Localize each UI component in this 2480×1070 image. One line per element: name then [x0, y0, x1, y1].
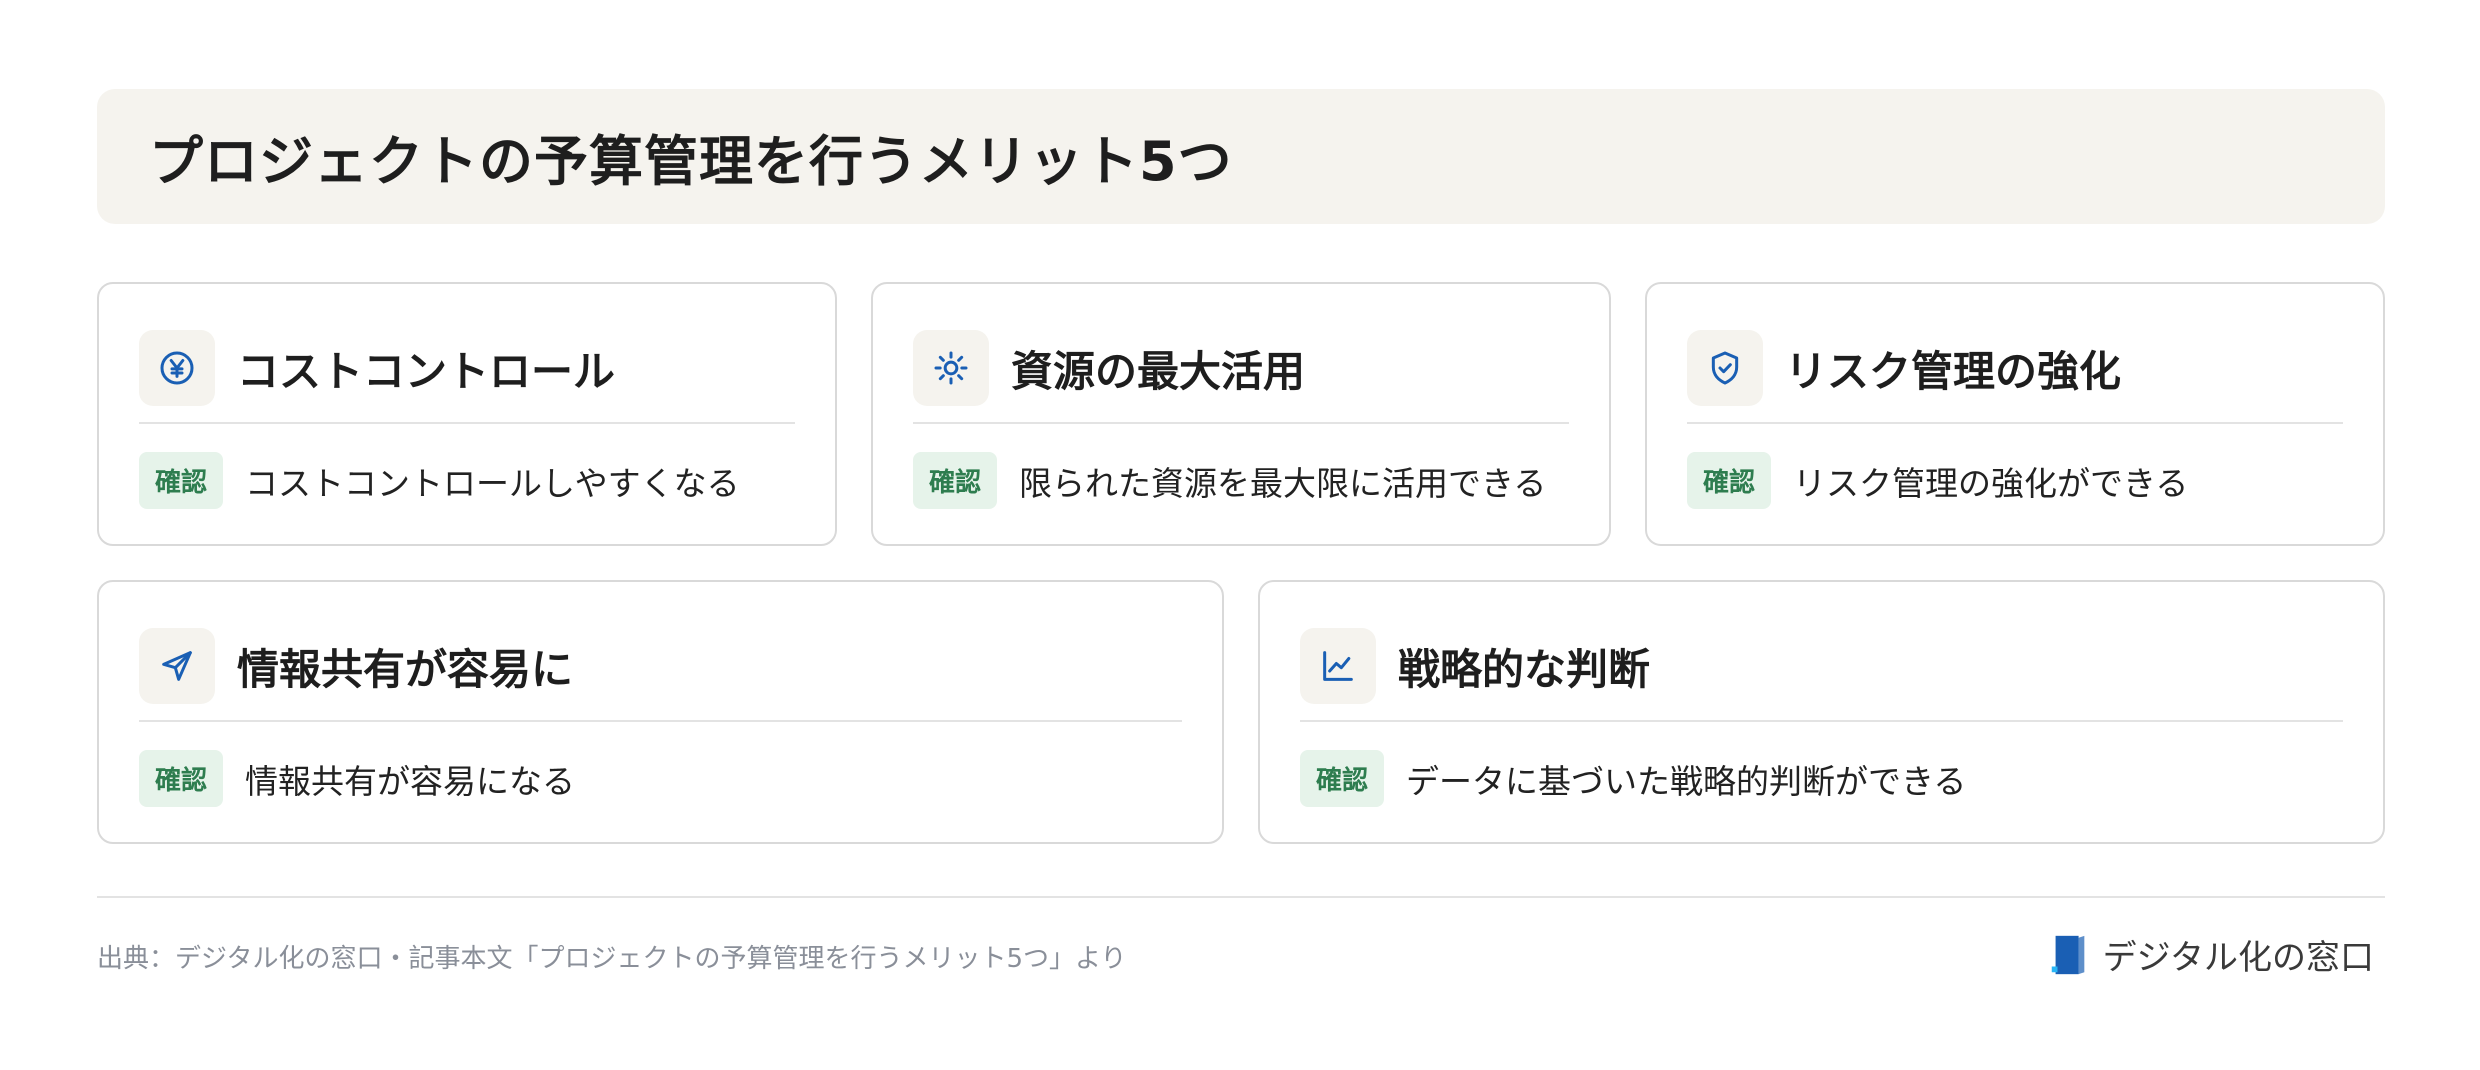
card-header: コストコントロール — [139, 324, 795, 424]
line-chart-icon — [1300, 628, 1376, 704]
send-plane-icon — [139, 628, 215, 704]
status-badge: 確認 — [1687, 452, 1772, 509]
card-description: 情報共有が容易になる — [245, 761, 576, 801]
card-strategic-decision: 戦略的な判断 確認 データに基づいた戦略的判断ができる — [1258, 580, 2385, 844]
sun-gear-icon — [913, 330, 989, 406]
card-body: 確認 データに基づいた戦略的判断ができる — [1300, 750, 2343, 807]
brand-logo-icon — [2051, 935, 2085, 974]
card-description: 限られた資源を最大限に活用できる — [1019, 463, 1547, 503]
card-header: 情報共有が容易に — [139, 622, 1182, 722]
card-title: 情報共有が容易に — [237, 644, 574, 694]
status-badge: 確認 — [139, 750, 224, 807]
card-header: 戦略的な判断 — [1300, 622, 2343, 722]
status-badge: 確認 — [913, 452, 998, 509]
card-title: 資源の最大活用 — [1011, 346, 1306, 396]
card-title: 戦略的な判断 — [1398, 644, 1651, 694]
card-description: リスク管理の強化ができる — [1793, 463, 2189, 503]
card-description: データに基づいた戦略的判断ができる — [1406, 761, 1967, 801]
yen-circle-icon — [139, 330, 215, 406]
card-information-sharing: 情報共有が容易に 確認 情報共有が容易になる — [97, 580, 1224, 844]
source-note: 出典：デジタル化の窓口・記事本文「プロジェクトの予算管理を行うメリット5つ」より — [97, 944, 1127, 974]
status-badge: 確認 — [139, 452, 224, 509]
page-title: プロジェクトの予算管理を行うメリット5つ — [149, 130, 1233, 193]
card-header: リスク管理の強化 — [1687, 324, 2343, 424]
card-cost-control: コストコントロール 確認 コストコントロールしやすくなる — [97, 282, 837, 546]
card-title: リスク管理の強化 — [1785, 346, 2122, 396]
brand-name: デジタル化の窓口 — [2102, 938, 2374, 978]
card-resource-utilization: 資源の最大活用 確認 限られた資源を最大限に活用できる — [871, 282, 1611, 546]
card-body: 確認 情報共有が容易になる — [139, 750, 1182, 807]
card-header: 資源の最大活用 — [913, 324, 1569, 424]
card-body: 確認 リスク管理の強化ができる — [1687, 452, 2343, 509]
card-body: 確認 限られた資源を最大限に活用できる — [913, 452, 1569, 509]
card-title: コストコントロール — [237, 346, 616, 396]
brand-logo-area: デジタル化の窓口 — [2049, 930, 2374, 979]
footer-divider — [97, 896, 2385, 898]
status-badge: 確認 — [1300, 750, 1385, 807]
title-banner: プロジェクトの予算管理を行うメリット5つ — [97, 89, 2385, 224]
shield-check-icon — [1687, 330, 1763, 406]
card-body: 確認 コストコントロールしやすくなる — [139, 452, 795, 509]
card-risk-management: リスク管理の強化 確認 リスク管理の強化ができる — [1645, 282, 2385, 546]
card-description: コストコントロールしやすくなる — [245, 463, 740, 503]
